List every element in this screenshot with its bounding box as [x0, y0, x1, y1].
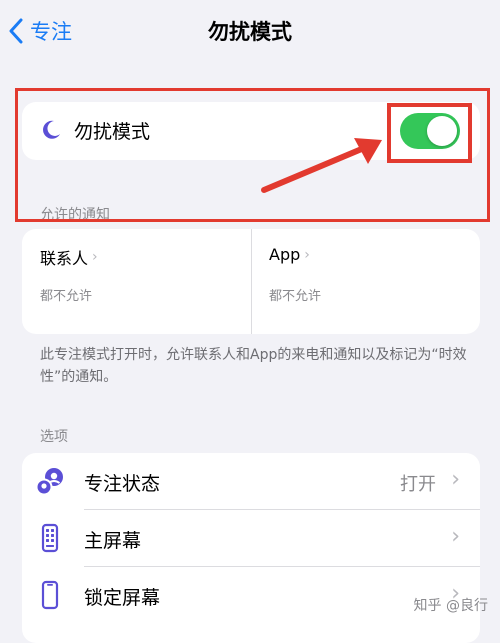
moon-icon [43, 120, 60, 139]
red-arrow-icon [261, 138, 382, 193]
option-focus-status[interactable]: 专注状态 打开 › [22, 453, 480, 509]
option-home-screen[interactable]: 主屏幕 › [22, 510, 480, 566]
navigation-bar: 专注 勿扰模式 [0, 0, 500, 62]
home-screen-icon [34, 522, 66, 554]
option-value: 打开 [400, 474, 436, 495]
option-label: 主屏幕 [84, 530, 142, 552]
options-section-label: 选项 [40, 429, 68, 445]
page-title: 勿扰模式 [208, 20, 292, 44]
chevron-right-icon: › [451, 467, 460, 492]
allowed-apps-item[interactable]: App › 都不允许 [252, 229, 480, 334]
option-lock-screen[interactable]: 锁定屏幕 › [22, 567, 480, 623]
chevron-right-icon: › [92, 249, 98, 265]
option-label: 锁定屏幕 [84, 587, 161, 609]
chevron-right-icon: › [304, 246, 310, 263]
options-card: 专注状态 打开 › 主屏幕 › 锁定屏幕 › [22, 453, 480, 643]
toggle-knob [427, 116, 457, 146]
dnd-toggle-row: 勿扰模式 [22, 102, 480, 160]
lock-screen-icon [34, 579, 66, 611]
dnd-label: 勿扰模式 [74, 121, 151, 143]
allowed-notifications-card: 联系人 › 都不允许 App › 都不允许 [22, 229, 480, 334]
dnd-toggle-switch[interactable] [400, 113, 460, 149]
allowed-apps-title: App [269, 245, 301, 264]
option-label: 专注状态 [84, 473, 161, 495]
allowed-people-item[interactable]: 联系人 › 都不允许 [22, 229, 251, 334]
watermark: 知乎 @良行 [413, 598, 488, 614]
allowed-apps-subtitle: 都不允许 [269, 289, 322, 304]
allowed-people-subtitle: 都不允许 [40, 289, 93, 304]
allowed-section-label: 允许的通知 [40, 207, 110, 223]
allowed-description: 此专注模式打开时，允许联系人和App的来电和通知以及标记为“时效性”的通知。 [40, 347, 467, 385]
focus-status-icon [34, 465, 66, 497]
allowed-people-title: 联系人 [40, 249, 89, 268]
chevron-right-icon: › [451, 524, 460, 549]
